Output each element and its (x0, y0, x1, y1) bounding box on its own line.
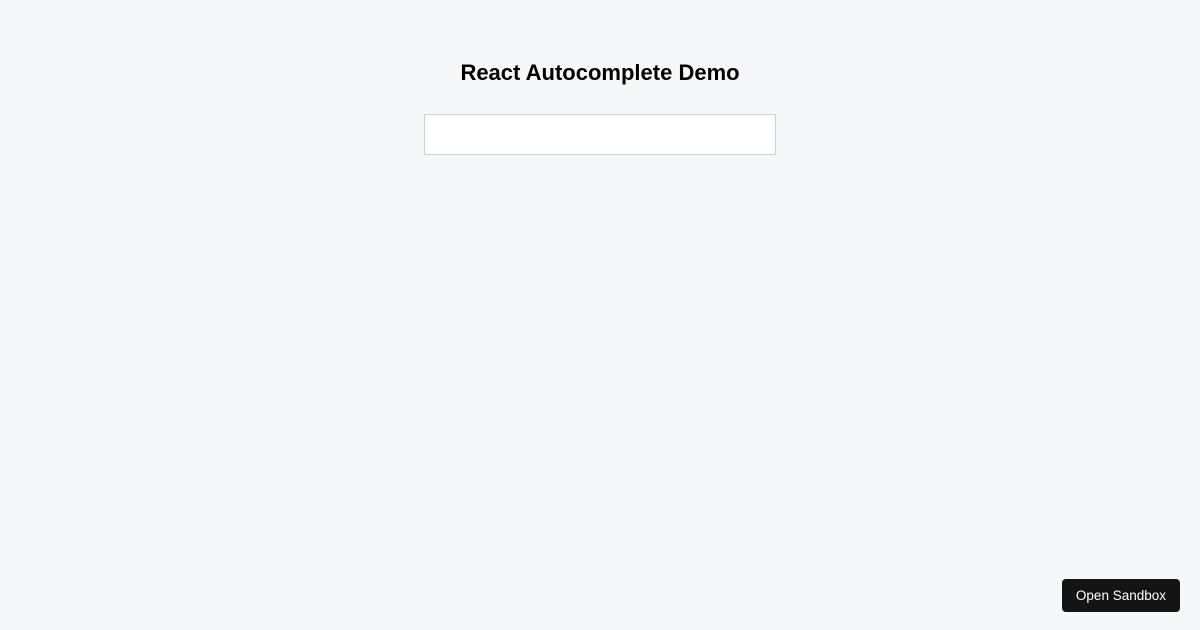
page-title: React Autocomplete Demo (460, 60, 739, 86)
autocomplete-input[interactable] (424, 114, 776, 155)
main-container: React Autocomplete Demo (0, 0, 1200, 155)
open-sandbox-button[interactable]: Open Sandbox (1062, 579, 1180, 612)
